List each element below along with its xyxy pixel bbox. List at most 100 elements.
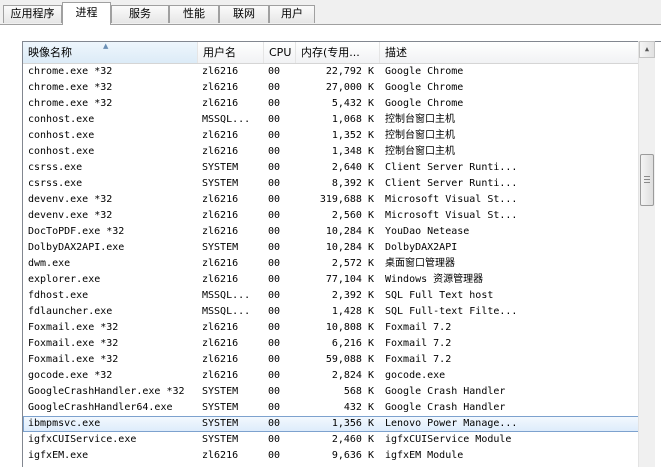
table-row[interactable]: devenv.exe *32 zl6216 00 319,688 K Microsoft… <box>23 192 639 208</box>
column-image-name[interactable]: ▲ 映像名称 <box>23 42 198 63</box>
process-name: dwm.exe <box>28 258 71 269</box>
tab-services[interactable]: 服务 <box>111 5 169 23</box>
table-row[interactable]: conhost.exe zl6216 00 1,352 K 控制台窗口主机 <box>23 128 639 144</box>
tab-users[interactable]: 用户 <box>269 5 315 23</box>
process-memory: 2,560 K <box>331 210 374 221</box>
tab-strip: 应用程序 进程 服务 性能 联网 用户 <box>0 0 661 25</box>
process-name: GoogleCrashHandler.exe *32 <box>28 386 185 397</box>
process-cpu: 00 <box>268 450 281 461</box>
process-description: YouDao Netease <box>385 226 470 237</box>
table-row[interactable]: GoogleCrashHandler64.exe SYSTEM 00 432 K Goo… <box>23 400 639 416</box>
process-cpu: 00 <box>268 274 281 285</box>
tab-applications[interactable]: 应用程序 <box>3 5 62 23</box>
table-row[interactable]: gocode.exe *32 zl6216 00 2,824 K gocode.exe <box>23 368 639 384</box>
process-name: Foxmail.exe *32 <box>28 338 119 349</box>
table-row[interactable]: chrome.exe *32 zl6216 00 27,000 K Google Chr… <box>23 80 639 96</box>
process-memory: 1,428 K <box>331 306 374 317</box>
column-user-name-label: 用户名 <box>203 46 236 59</box>
tab-performance[interactable]: 性能 <box>169 5 219 23</box>
process-user: zl6216 <box>202 82 239 93</box>
process-memory: 2,572 K <box>331 258 374 269</box>
process-name: fdlauncher.exe <box>28 306 113 317</box>
vertical-scrollbar[interactable]: ▲ <box>638 41 655 467</box>
table-row[interactable]: chrome.exe *32 zl6216 00 5,432 K Google Chro… <box>23 96 639 112</box>
process-memory: 22,792 K <box>325 66 374 77</box>
process-name: Foxmail.exe *32 <box>28 354 119 365</box>
process-name: chrome.exe *32 <box>28 98 113 109</box>
process-memory: 27,000 K <box>325 82 374 93</box>
process-list[interactable]: ▲ 映像名称 用户名 CPU 内存(专用... 描述 chrome.exe *3… <box>22 41 661 467</box>
table-row[interactable]: DolbyDAX2API.exe SYSTEM 00 10,284 K DolbyDAX… <box>23 240 639 256</box>
process-description: Google Crash Handler <box>385 402 506 413</box>
process-memory: 2,392 K <box>331 290 374 301</box>
process-description: 桌面窗口管理器 <box>385 258 455 269</box>
process-user: zl6216 <box>202 98 239 109</box>
process-description: igfxCUIService Module <box>385 434 512 445</box>
tab-networking[interactable]: 联网 <box>219 5 269 23</box>
process-user: SYSTEM <box>202 386 239 397</box>
tab-processes[interactable]: 进程 <box>62 2 111 25</box>
process-description: 控制台窗口主机 <box>385 130 455 141</box>
table-row[interactable]: chrome.exe *32 zl6216 00 22,792 K Google Chr… <box>23 64 639 80</box>
table-row[interactable]: ibmpmsvc.exe SYSTEM 00 1,356 K Lenovo Power … <box>23 416 639 432</box>
table-row[interactable]: igfxEM.exe zl6216 00 9,636 K igfxEM Module <box>23 448 639 464</box>
process-name: ibmpmsvc.exe <box>28 418 101 429</box>
process-user: zl6216 <box>202 354 239 365</box>
process-cpu: 00 <box>268 258 281 269</box>
process-cpu: 00 <box>268 194 281 205</box>
table-row[interactable]: csrss.exe SYSTEM 00 2,640 K Client Server Ru… <box>23 160 639 176</box>
table-row[interactable]: igfxCUIService.exe SYSTEM 00 2,460 K igfxCUI… <box>23 432 639 448</box>
process-description: Client Server Runti... <box>385 178 518 189</box>
table-row[interactable]: DocToPDF.exe *32 zl6216 00 10,284 K YouDao N… <box>23 224 639 240</box>
process-user: MSSQL... <box>202 114 251 125</box>
process-memory: 1,068 K <box>331 114 374 125</box>
process-user: SYSTEM <box>202 402 239 413</box>
table-row[interactable]: dwm.exe zl6216 00 2,572 K 桌面窗口管理器 <box>23 256 639 272</box>
process-name: explorer.exe <box>28 274 101 285</box>
table-row[interactable]: Foxmail.exe *32 zl6216 00 6,216 K Foxmail 7.… <box>23 336 639 352</box>
process-name: gocode.exe *32 <box>28 370 113 381</box>
process-description: Google Chrome <box>385 66 464 77</box>
process-memory: 1,352 K <box>331 130 374 141</box>
column-cpu[interactable]: CPU <box>264 42 296 63</box>
table-row[interactable]: conhost.exe zl6216 00 1,348 K 控制台窗口主机 <box>23 144 639 160</box>
table-row[interactable]: explorer.exe zl6216 00 77,104 K Windows 资源管理… <box>23 272 639 288</box>
table-row[interactable]: Foxmail.exe *32 zl6216 00 59,088 K Foxmail 7… <box>23 352 639 368</box>
table-row[interactable]: conhost.exe MSSQL... 00 1,068 K 控制台窗口主机 <box>23 112 639 128</box>
process-cpu: 00 <box>268 322 281 333</box>
table-row[interactable]: fdhost.exe MSSQL... 00 2,392 K SQL Full Text… <box>23 288 639 304</box>
table-row[interactable]: GoogleCrashHandler.exe *32 SYSTEM 00 568 K G… <box>23 384 639 400</box>
thumb-grip <box>644 176 650 177</box>
column-description[interactable]: 描述 <box>380 42 639 63</box>
process-user: zl6216 <box>202 338 239 349</box>
process-user: SYSTEM <box>202 242 239 253</box>
process-description: Foxmail 7.2 <box>385 322 452 333</box>
table-row[interactable]: devenv.exe *32 zl6216 00 2,560 K Microsoft V… <box>23 208 639 224</box>
process-description: SQL Full Text host <box>385 290 494 301</box>
table-row[interactable]: csrss.exe SYSTEM 00 8,392 K Client Server Ru… <box>23 176 639 192</box>
process-cpu: 00 <box>268 434 281 445</box>
process-description: Foxmail 7.2 <box>385 354 452 365</box>
process-name: chrome.exe *32 <box>28 66 113 77</box>
process-user: SYSTEM <box>202 178 239 189</box>
column-cpu-label: CPU <box>269 46 292 59</box>
process-cpu: 00 <box>268 114 281 125</box>
table-row[interactable]: Foxmail.exe *32 zl6216 00 10,808 K Foxmail 7… <box>23 320 639 336</box>
process-cpu: 00 <box>268 370 281 381</box>
process-description: Client Server Runti... <box>385 162 518 173</box>
column-memory[interactable]: 内存(专用... <box>296 42 380 63</box>
process-name: conhost.exe <box>28 114 95 125</box>
table-row[interactable]: fdlauncher.exe MSSQL... 00 1,428 K SQL Full-… <box>23 304 639 320</box>
process-name: devenv.exe *32 <box>28 210 113 221</box>
column-user-name[interactable]: 用户名 <box>198 42 264 63</box>
scrollbar-thumb[interactable] <box>640 154 654 206</box>
scroll-up-button[interactable]: ▲ <box>639 41 655 58</box>
process-description: 控制台窗口主机 <box>385 114 455 125</box>
process-name: conhost.exe <box>28 130 95 141</box>
process-name: DolbyDAX2API.exe <box>28 242 125 253</box>
process-user: zl6216 <box>202 370 239 381</box>
process-cpu: 00 <box>268 178 281 189</box>
process-cpu: 00 <box>268 338 281 349</box>
process-memory: 568 K <box>343 386 374 397</box>
process-user: zl6216 <box>202 66 239 77</box>
